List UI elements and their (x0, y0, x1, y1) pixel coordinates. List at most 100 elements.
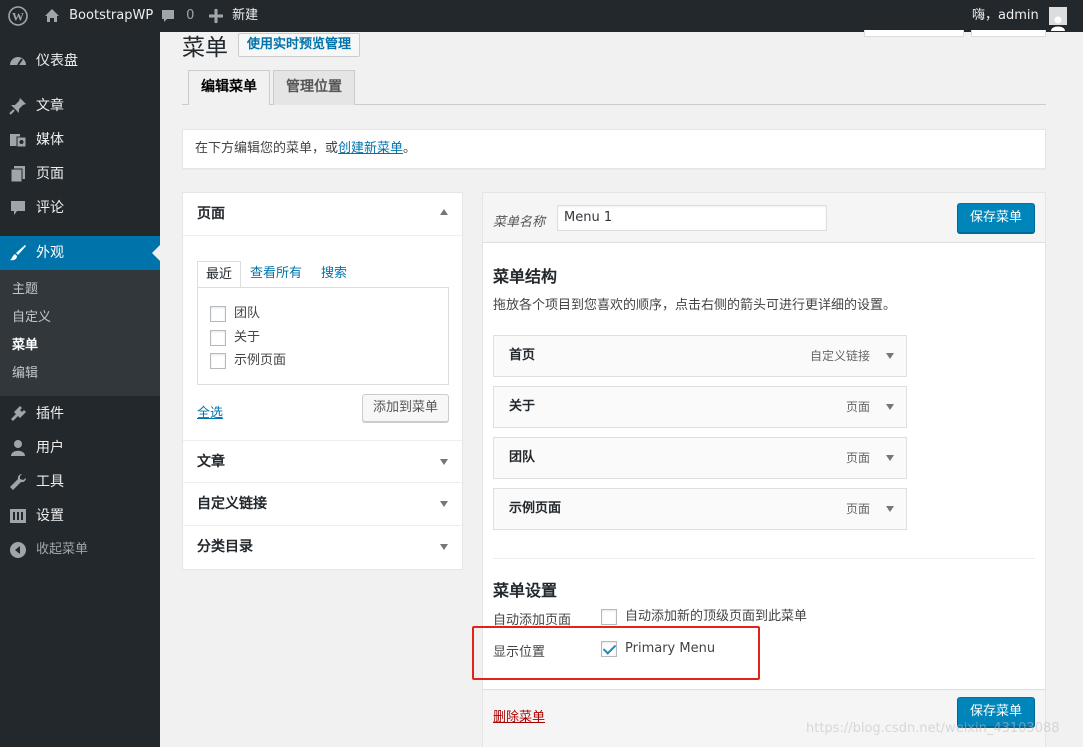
sidebar-item-tools[interactable]: 工具 (0, 465, 160, 499)
categories-box-header[interactable]: 分类目录 (183, 526, 462, 569)
sidebar-item-dashboard[interactable]: 仪表盘 (0, 44, 160, 78)
menu-item[interactable]: 关于 页面 (493, 386, 907, 428)
menu-notice: 在下方编辑您的菜单，或创建新菜单。 (182, 129, 1046, 169)
active-pointer (152, 245, 160, 261)
page-checkbox[interactable] (210, 353, 226, 369)
posts-box-title: 文章 (197, 454, 225, 470)
page-checkbox[interactable] (210, 306, 226, 322)
sidebar-item-label: 设置 (36, 508, 64, 524)
auto-add-checkbox[interactable] (601, 609, 617, 625)
sidebar-item-users[interactable]: 用户 (0, 431, 160, 465)
menu-item-title: 示例页面 (509, 501, 562, 516)
sidebar-item-label: 外观 (36, 245, 64, 261)
add-items-accordion: 页面 最近 查看所有 搜索 团队 关于 示例页面 全选 添加到菜单 文章 自定义… (182, 192, 463, 570)
menu-editor-header: 菜单名称 Menu 1 保存菜单 (483, 193, 1045, 243)
submenu-item-menus[interactable]: 菜单 (12, 332, 38, 360)
main-content: 菜单 使用实时预览管理 编辑菜单 管理位置 在下方编辑您的菜单，或创建新菜单。 … (160, 30, 1083, 747)
categories-box-title: 分类目录 (197, 539, 253, 555)
menu-editor-footer: 删除菜单 保存菜单 (483, 689, 1045, 747)
page-title: 菜单 (182, 35, 228, 61)
notice-suffix: 。 (403, 141, 417, 156)
expand-arrow-icon[interactable] (886, 506, 894, 512)
posts-box-header[interactable]: 文章 (183, 440, 462, 483)
pages-box-header[interactable]: 页面 (183, 193, 462, 236)
notice-text: 在下方编辑您的菜单，或 (195, 141, 339, 156)
menu-item-title: 关于 (509, 399, 536, 414)
tab-most-recent[interactable]: 最近 (197, 261, 242, 288)
expand-arrow-icon[interactable] (886, 455, 894, 461)
admin-sidebar: 仪表盘 文章 媒体 页面 评论 外观 主题 自定义 菜单 编辑 插件 用户 工具 (0, 32, 160, 747)
sidebar-item-settings[interactable]: 设置 (0, 499, 160, 533)
wrench-icon (9, 473, 27, 491)
tab-search[interactable]: 搜索 (321, 261, 347, 287)
plus-icon (209, 8, 223, 23)
expand-arrow-icon (440, 501, 448, 507)
brush-icon (9, 244, 27, 262)
account-menu[interactable]: 嗨，admin (972, 0, 1067, 32)
collapse-arrow-icon (440, 209, 448, 215)
menu-item-type: 页面 (845, 400, 870, 414)
settings-divider (493, 558, 1035, 559)
sidebar-item-plugins[interactable]: 插件 (0, 397, 160, 431)
avatar (1048, 6, 1067, 31)
pushpin-icon (9, 97, 27, 115)
delete-menu-link[interactable]: 删除菜单 (493, 706, 545, 725)
site-home-link[interactable]: BootstrapWP (44, 0, 153, 32)
expand-arrow-icon (440, 544, 448, 550)
media-icon (9, 131, 27, 149)
select-all-link[interactable]: 全选 (197, 402, 223, 421)
home-icon (44, 8, 60, 23)
sidebar-item-label: 收起菜单 (36, 542, 89, 557)
submenu-item-editor[interactable]: 编辑 (12, 360, 38, 388)
menu-item-type: 页面 (845, 451, 870, 465)
add-to-menu-button[interactable]: 添加到菜单 (362, 394, 450, 422)
sidebar-item-label: 插件 (36, 406, 64, 422)
custom-links-box-title: 自定义链接 (197, 496, 267, 512)
submenu-item-themes[interactable]: 主题 (12, 276, 38, 304)
sidebar-item-pages[interactable]: 页面 (0, 157, 160, 191)
appearance-submenu: 主题 自定义 菜单 编辑 (0, 270, 160, 396)
menu-name-input[interactable]: Menu 1 (557, 205, 827, 231)
sidebar-item-comments[interactable]: 评论 (0, 191, 160, 225)
pages-box-body: 最近 查看所有 搜索 团队 关于 示例页面 全选 添加到菜单 (183, 237, 462, 440)
wordpress-logo-icon[interactable]: W (8, 0, 28, 32)
page-checkbox-label: 关于 (234, 330, 261, 345)
site-name: BootstrapWP (69, 8, 154, 23)
menu-item[interactable]: 示例页面 页面 (493, 488, 907, 530)
menu-item[interactable]: 首页 自定义链接 (493, 335, 907, 377)
tab-manage-locations[interactable]: 管理位置 (273, 70, 355, 105)
sidebar-item-collapse[interactable]: 收起菜单 (0, 533, 160, 567)
pages-box-title: 页面 (197, 206, 225, 222)
sidebar-item-label: 用户 (36, 440, 64, 456)
sidebar-item-label: 页面 (36, 166, 64, 182)
menu-item-title: 团队 (509, 450, 536, 465)
tab-edit-menus[interactable]: 编辑菜单 (188, 70, 270, 105)
save-menu-button[interactable]: 保存菜单 (957, 203, 1036, 233)
menu-item[interactable]: 团队 页面 (493, 437, 907, 479)
custom-links-box-header[interactable]: 自定义链接 (183, 483, 462, 526)
admin-bar: W BootstrapWP 0 新建 嗨，admin (0, 0, 1083, 32)
sidebar-item-posts[interactable]: 文章 (0, 89, 160, 123)
sidebar-item-label: 工具 (36, 474, 64, 490)
sidebar-item-appearance[interactable]: 外观 (0, 236, 160, 270)
sidebar-item-media[interactable]: 媒体 (0, 123, 160, 157)
auto-add-option-label: 自动添加新的顶级页面到此菜单 (625, 609, 808, 624)
menu-structure-description: 拖放各个项目到您喜欢的顺序，点击右侧的箭头可进行更详细的设置。 (493, 298, 897, 313)
live-preview-button[interactable]: 使用实时预览管理 (238, 33, 361, 57)
svg-text:W: W (12, 9, 24, 23)
screen-options-tab[interactable] (864, 30, 964, 37)
expand-arrow-icon[interactable] (886, 353, 894, 359)
expand-arrow-icon[interactable] (886, 404, 894, 410)
comment-icon (9, 199, 27, 217)
sidebar-item-label: 媒体 (36, 132, 64, 148)
page-checkbox[interactable] (210, 330, 226, 346)
page-icon (9, 165, 27, 183)
help-tab[interactable] (971, 30, 1046, 37)
dashboard-icon (9, 52, 27, 70)
create-menu-link[interactable]: 创建新菜单 (338, 141, 403, 156)
tab-view-all[interactable]: 查看所有 (250, 261, 302, 287)
page-checkbox-label: 团队 (234, 306, 261, 321)
menu-item-type: 自定义链接 (809, 349, 870, 363)
submenu-item-customize[interactable]: 自定义 (12, 304, 51, 332)
sidebar-item-label: 仪表盘 (36, 53, 78, 69)
